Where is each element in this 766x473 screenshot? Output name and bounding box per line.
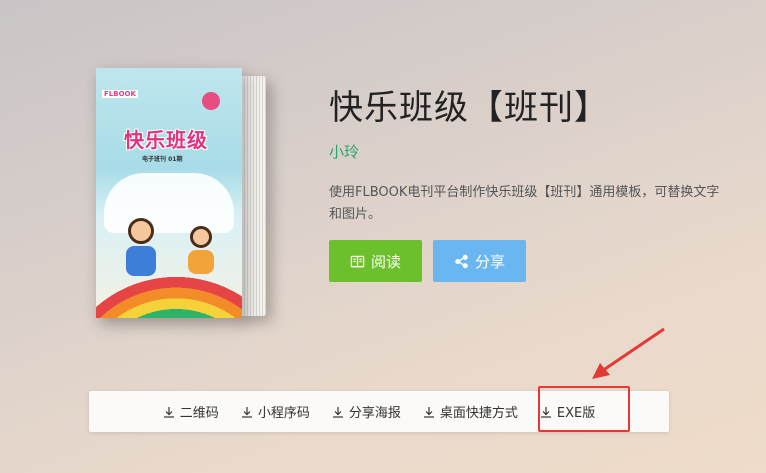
download-icon — [163, 406, 174, 418]
download-label: 分享海报 — [348, 406, 401, 421]
cover-title: 快乐班级 — [124, 128, 208, 152]
cover-tag: FLBOOK — [102, 90, 138, 98]
download-label: 小程序码 — [257, 406, 310, 421]
cloud-illustration — [104, 173, 234, 233]
kid-illustration — [190, 226, 212, 248]
book-cover: FLBOOK 快乐班级 电子班刊 01期 — [96, 68, 242, 318]
kid-illustration — [128, 218, 154, 244]
annotation-arrow-icon — [592, 327, 665, 379]
highlight-box — [538, 386, 630, 432]
cover-subtitle: 电子班刊 01期 — [142, 156, 183, 163]
rainbow-illustration — [96, 258, 242, 318]
bird-illustration — [202, 92, 220, 110]
share-button-label: 分享 — [474, 252, 505, 271]
download-label: 桌面快捷方式 — [439, 406, 518, 421]
book-title: 快乐班级【班刊】 — [329, 88, 609, 128]
author-link[interactable]: 小玲 — [329, 142, 739, 162]
download-icon — [423, 406, 434, 418]
download-miniprogram-code[interactable]: 小程序码 — [241, 402, 310, 421]
share-icon — [455, 254, 468, 268]
download-icon — [332, 406, 343, 418]
book-info: 快乐班级【班刊】 小玲 使用FLBOOK电刊平台制作快乐班级【班刊】通用模板，可… — [329, 86, 739, 226]
book-cover-preview[interactable]: FLBOOK 快乐班级 电子班刊 01期 — [96, 68, 268, 320]
download-label: 二维码 — [179, 406, 219, 421]
download-desktop-shortcut[interactable]: 桌面快捷方式 — [423, 402, 518, 421]
download-share-poster[interactable]: 分享海报 — [332, 402, 401, 421]
book-description: 使用FLBOOK电刊平台制作快乐班级【班刊】通用模板，可替换文字和图片。 — [329, 185, 720, 222]
share-button[interactable]: 分享 — [433, 240, 526, 282]
action-buttons: 阅读 分享 — [329, 240, 526, 282]
book-open-icon — [350, 255, 365, 267]
read-button[interactable]: 阅读 — [329, 240, 422, 282]
read-button-label: 阅读 — [370, 252, 401, 271]
download-qrcode[interactable]: 二维码 — [163, 402, 219, 421]
download-icon — [241, 406, 252, 418]
